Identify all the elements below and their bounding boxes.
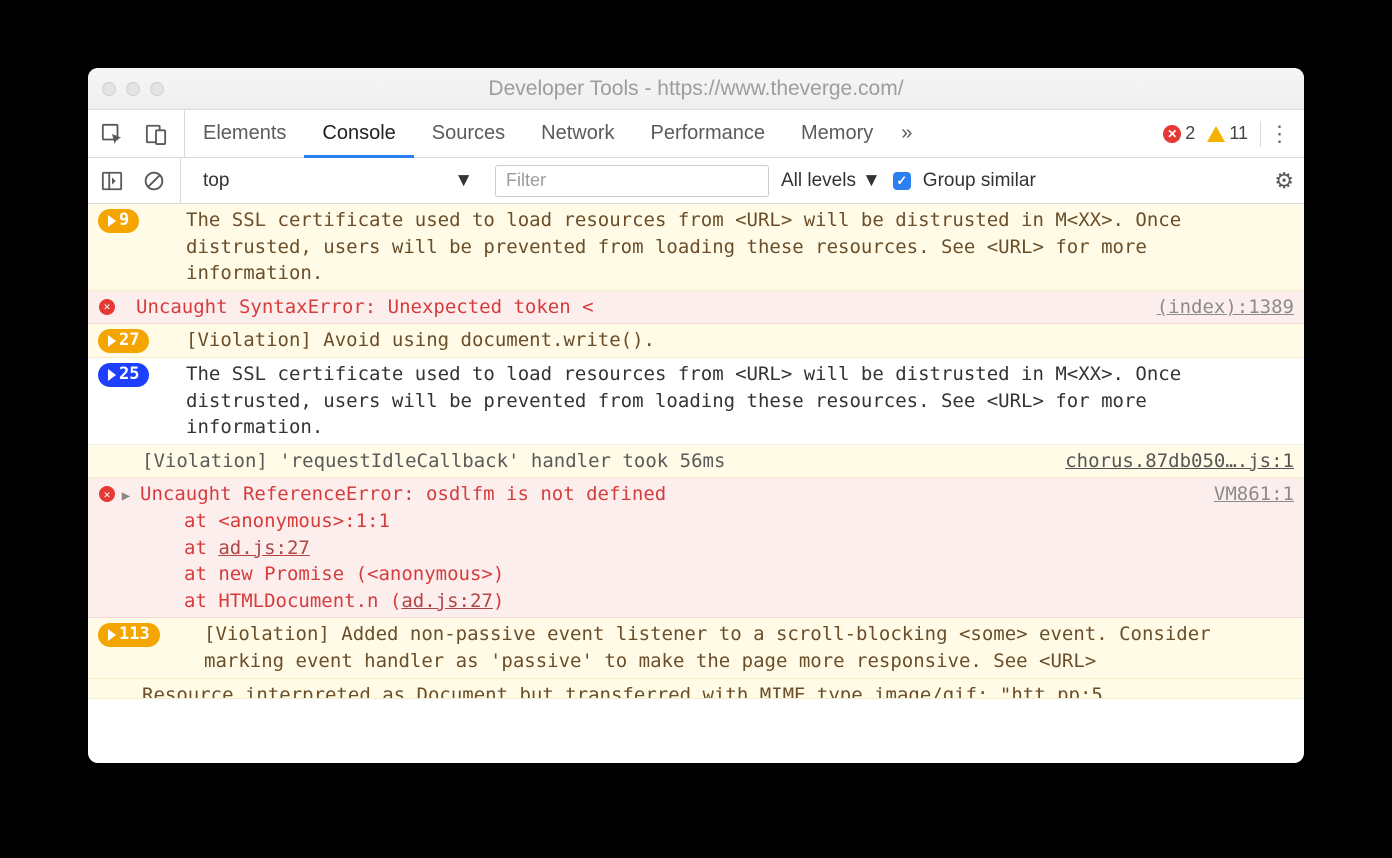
message-text: Resource interpreted as Document but tra… bbox=[136, 682, 1294, 699]
console-sidebar-toggle-icon[interactable] bbox=[98, 167, 126, 195]
context-value: top bbox=[203, 170, 229, 192]
tab-console[interactable]: Console bbox=[304, 111, 413, 158]
console-row[interactable]: 9 The SSL certificate used to load resou… bbox=[88, 204, 1304, 291]
error-count: 2 bbox=[1185, 123, 1195, 144]
console-messages: 9 The SSL certificate used to load resou… bbox=[88, 204, 1304, 763]
message-text: [Violation] Avoid using document.write()… bbox=[180, 327, 1294, 354]
warning-count-badge[interactable]: 11 bbox=[1207, 123, 1248, 144]
devtools-window: Developer Tools - https://www.theverge.c… bbox=[88, 68, 1304, 763]
source-link[interactable]: (index):1389 bbox=[1137, 294, 1294, 321]
message-text: Uncaught SyntaxError: Unexpected token < bbox=[136, 294, 1137, 321]
console-row[interactable]: 27 [Violation] Avoid using document.writ… bbox=[88, 324, 1304, 358]
context-selector[interactable]: top ▼ bbox=[193, 165, 483, 197]
expand-icon bbox=[108, 335, 116, 347]
chevron-down-icon: ▼ bbox=[862, 170, 881, 192]
message-count-pill[interactable]: 25 bbox=[98, 363, 149, 387]
error-icon: ✕ bbox=[99, 486, 115, 502]
count-value: 113 bbox=[119, 623, 150, 647]
expand-icon bbox=[108, 369, 116, 381]
console-toolbar: top ▼ All levels ▼ ✓ Group similar ⚙ bbox=[88, 158, 1304, 204]
expand-icon[interactable]: ▶ bbox=[120, 483, 132, 507]
console-row[interactable]: Resource interpreted as Document but tra… bbox=[88, 679, 1304, 699]
inspect-element-icon[interactable] bbox=[98, 120, 126, 148]
console-row[interactable]: [Violation] 'requestIdleCallback' handle… bbox=[88, 445, 1304, 479]
message-text: [Violation] Added non-passive event list… bbox=[198, 621, 1294, 674]
message-text: The SSL certificate used to load resourc… bbox=[180, 361, 1294, 441]
count-value: 25 bbox=[119, 363, 139, 387]
filter-input[interactable] bbox=[495, 165, 769, 197]
count-value: 9 bbox=[119, 209, 129, 233]
source-link[interactable]: VM861:1 bbox=[1194, 481, 1294, 508]
error-count-badge[interactable]: ✕ 2 bbox=[1163, 123, 1195, 144]
error-icon: ✕ bbox=[99, 299, 115, 315]
error-icon: ✕ bbox=[1163, 125, 1181, 143]
stack-frame: at <anonymous>:1:1 bbox=[184, 508, 1294, 535]
zoom-icon[interactable] bbox=[150, 82, 164, 96]
warning-icon bbox=[1207, 126, 1225, 142]
message-count-pill[interactable]: 27 bbox=[98, 329, 149, 353]
log-level-value: All levels bbox=[781, 170, 856, 192]
message-count-pill[interactable]: 113 bbox=[98, 623, 160, 647]
tabs-overflow[interactable]: » bbox=[891, 111, 922, 158]
panel-tabs: Elements Console Sources Network Perform… bbox=[185, 110, 922, 157]
message-text: [Violation] 'requestIdleCallback' handle… bbox=[136, 448, 1045, 475]
message-count-pill[interactable]: 9 bbox=[98, 209, 139, 233]
tab-memory[interactable]: Memory bbox=[783, 111, 891, 158]
minimize-icon[interactable] bbox=[126, 82, 140, 96]
console-row[interactable]: ✕ ▶ Uncaught ReferenceError: osdlfm is n… bbox=[88, 478, 1304, 618]
source-link[interactable]: ad.js:27 bbox=[218, 537, 310, 559]
chevron-down-icon: ▼ bbox=[454, 170, 473, 192]
window-title: Developer Tools - https://www.theverge.c… bbox=[88, 77, 1304, 101]
console-row[interactable]: ✕ Uncaught SyntaxError: Unexpected token… bbox=[88, 291, 1304, 325]
message-text: Uncaught ReferenceError: osdlfm is not d… bbox=[140, 481, 1194, 508]
stack-frame: at HTMLDocument.n (ad.js:27) bbox=[184, 588, 1294, 615]
group-similar-label: Group similar bbox=[923, 170, 1036, 192]
device-toolbar-icon[interactable] bbox=[142, 120, 170, 148]
tab-performance[interactable]: Performance bbox=[633, 111, 784, 158]
message-text: The SSL certificate used to load resourc… bbox=[180, 207, 1294, 287]
expand-icon bbox=[108, 215, 116, 227]
stack-frame: at ad.js:27 bbox=[184, 535, 1294, 562]
window-controls bbox=[102, 82, 164, 96]
group-similar-checkbox[interactable]: ✓ bbox=[893, 172, 911, 190]
source-link[interactable]: ad.js:27 bbox=[401, 590, 493, 612]
tab-sources[interactable]: Sources bbox=[414, 111, 523, 158]
source-link[interactable]: chorus.87db050….js:1 bbox=[1045, 448, 1294, 475]
stack-trace: at <anonymous>:1:1 at ad.js:27 at new Pr… bbox=[94, 508, 1294, 614]
settings-gear-icon[interactable]: ⚙ bbox=[1274, 168, 1294, 194]
expand-icon bbox=[108, 629, 116, 641]
count-value: 27 bbox=[119, 329, 139, 353]
warning-count: 11 bbox=[1229, 123, 1248, 144]
close-icon[interactable] bbox=[102, 82, 116, 96]
kebab-menu-icon[interactable]: ⋮ bbox=[1260, 121, 1288, 147]
console-row[interactable]: 113 [Violation] Added non-passive event … bbox=[88, 618, 1304, 678]
console-row[interactable]: 25 The SSL certificate used to load reso… bbox=[88, 358, 1304, 445]
stack-frame: at new Promise (<anonymous>) bbox=[184, 561, 1294, 588]
log-level-selector[interactable]: All levels ▼ bbox=[781, 170, 881, 192]
titlebar: Developer Tools - https://www.theverge.c… bbox=[88, 68, 1304, 110]
tab-network[interactable]: Network bbox=[523, 111, 632, 158]
panel-tabstrip: Elements Console Sources Network Perform… bbox=[88, 110, 1304, 158]
tab-elements[interactable]: Elements bbox=[185, 111, 304, 158]
clear-console-icon[interactable] bbox=[140, 167, 168, 195]
